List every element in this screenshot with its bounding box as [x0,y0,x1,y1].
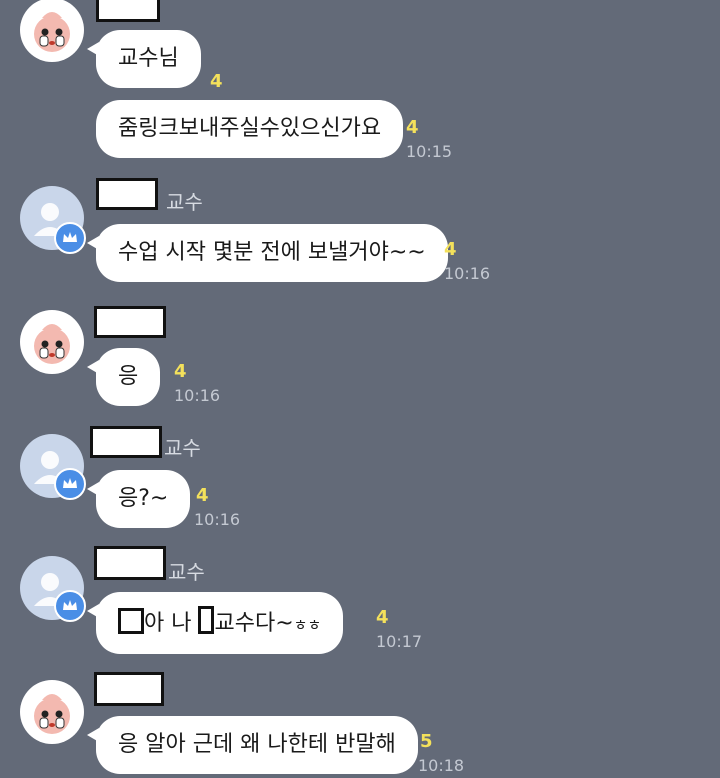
redacted-sender-name [96,178,158,210]
message-bubble[interactable]: 응 [86,348,161,406]
message-text-part: 아 나 [144,611,192,636]
message-text: 줌링크보내주실수있으신가요 [118,116,382,141]
redacted-sender-name [94,672,164,706]
redacted-sender-name [96,0,160,22]
message-text: 응 [118,364,139,389]
message-time: 10:16 [444,264,491,283]
crown-badge-icon [54,468,86,500]
avatar-peach[interactable] [20,310,84,374]
message-text-part: ㅎㅎ [293,616,322,634]
message-text: 응 알아 근데 왜 나한테 반말해 [118,732,396,757]
avatar-peach[interactable] [20,680,84,744]
crown-badge-icon [54,590,86,622]
message-time: 10:17 [376,632,423,651]
crown-badge-icon [54,222,86,254]
sender-name-suffix: 교수 [164,436,201,460]
message-bubble[interactable]: 수업 시작 몇분 전에 보낼거야~~ [87,224,448,282]
message-text-part: 교수다~ [214,611,294,636]
unread-count: 4 [376,607,389,628]
peach-character-icon [34,694,70,734]
redacted-sender-name [94,546,166,580]
message-bubble[interactable]: 교수님 [87,30,201,88]
redacted-sender-name [90,426,162,458]
unread-count: 4 [444,239,457,260]
unread-count: 4 [406,117,419,138]
message-time: 10:18 [418,756,465,775]
message-time: 10:16 [174,386,221,405]
message-time: 10:16 [194,510,241,529]
unread-count: 4 [196,485,209,506]
redacted-name [198,606,215,634]
peach-character-icon [34,12,70,52]
avatar-peach[interactable] [20,0,84,62]
message-time: 10:15 [406,142,453,161]
redacted-name [118,608,144,634]
message-bubble[interactable]: 아 나 교수다~ㅎㅎ [86,592,344,654]
unread-count: 4 [210,71,223,92]
peach-character-icon [34,324,70,364]
message-text: 수업 시작 몇분 전에 보낼거야~~ [118,240,426,265]
unread-count: 4 [174,361,187,382]
message-bubble[interactable]: 응 알아 근데 왜 나한테 반말해 [87,716,418,774]
unread-count: 5 [420,731,433,752]
message-text: 응?~ [118,486,169,511]
sender-name-suffix: 교수 [166,190,203,214]
sender-name-suffix: 교수 [168,560,205,584]
message-bubble[interactable]: 응?~ [86,470,191,528]
message-text: 교수님 [118,46,179,71]
redacted-sender-name [94,306,166,338]
message-bubble[interactable]: 줌링크보내주실수있으신가요 [96,100,404,158]
